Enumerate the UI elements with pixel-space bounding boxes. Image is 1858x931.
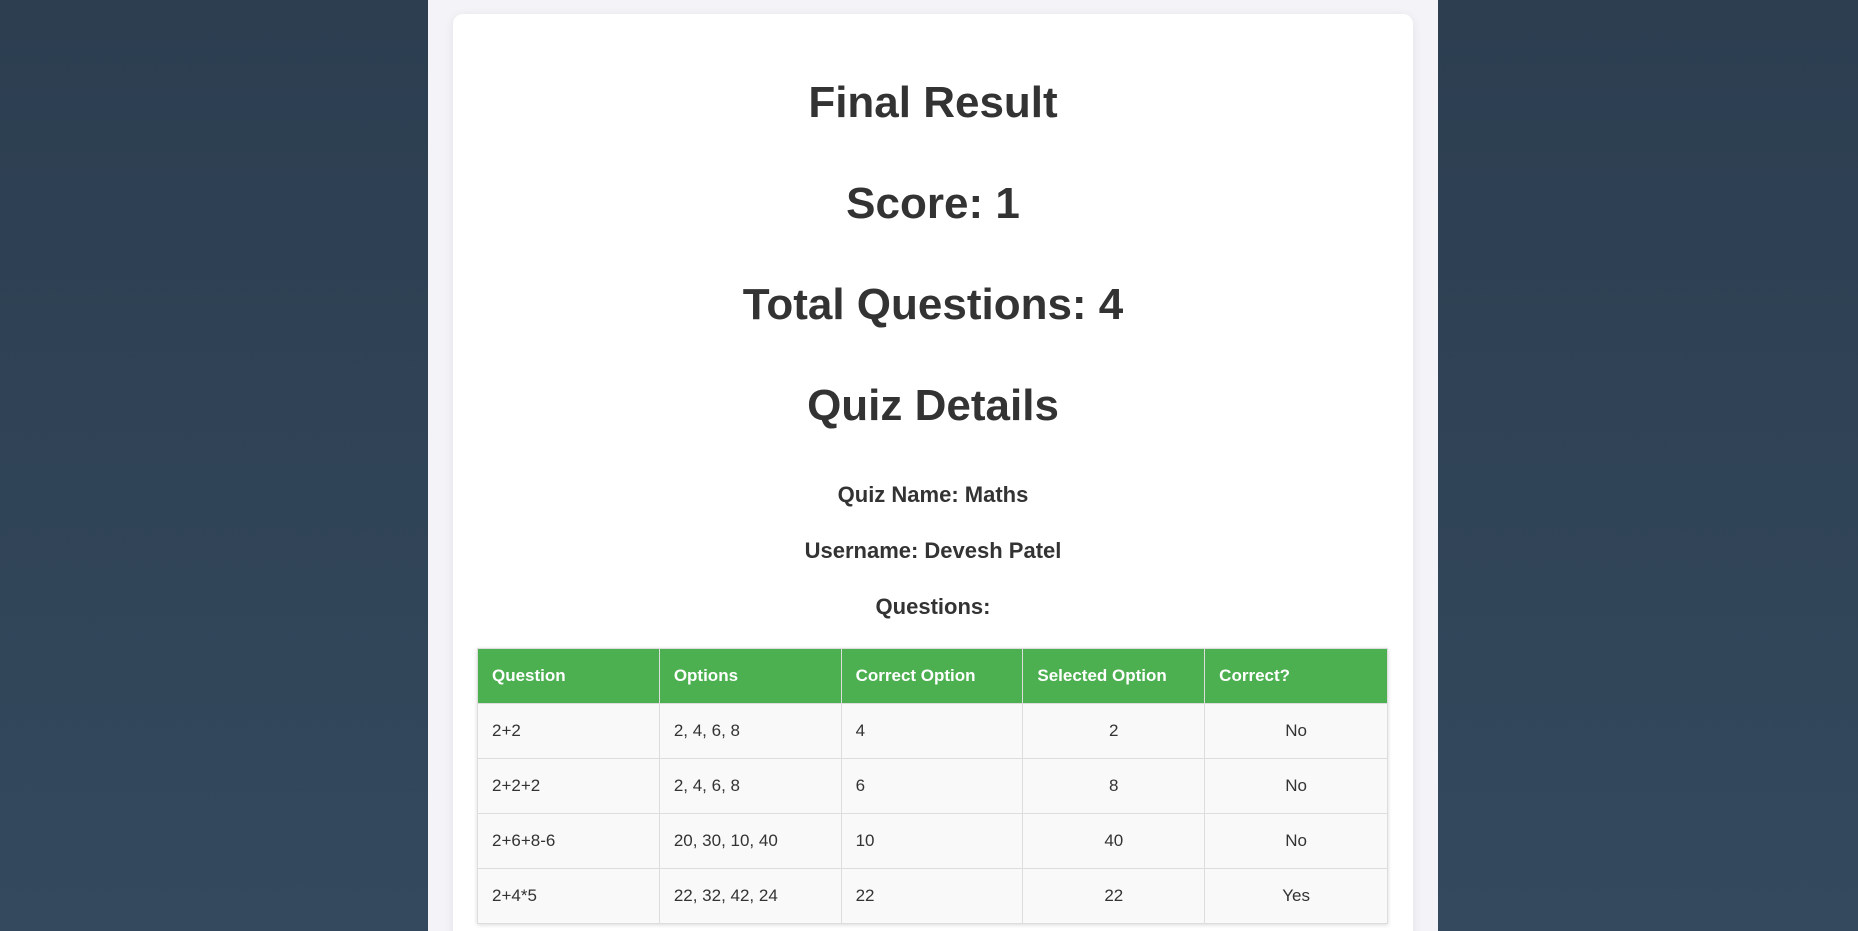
cell-options: 22, 32, 42, 24: [658, 868, 842, 924]
cell-question: 2+6+8-6: [477, 813, 660, 869]
cell-correct-option: 6: [840, 758, 1024, 814]
cell-question: 2+4*5: [477, 868, 660, 924]
header-question: Question: [477, 648, 660, 704]
questions-label: Questions:: [875, 594, 991, 619]
cell-options: 20, 30, 10, 40: [658, 813, 842, 869]
table-row: 2+2 2, 4, 6, 8 4 2 No: [477, 703, 1388, 759]
header-options: Options: [658, 648, 842, 704]
cell-selected-option: 22: [1022, 868, 1206, 924]
total-questions-heading: Total Questions: 4: [742, 280, 1124, 329]
table-row: 2+6+8-6 20, 30, 10, 40 10 40 No: [477, 813, 1388, 869]
cell-selected-option: 8: [1022, 758, 1206, 814]
cell-options: 2, 4, 6, 8: [658, 703, 842, 759]
header-selected-option: Selected Option: [1022, 648, 1206, 704]
table-row: 2+4*5 22, 32, 42, 24 22 22 Yes: [477, 868, 1388, 924]
cell-selected-option: 40: [1022, 813, 1206, 869]
cell-question: 2+2+2: [477, 758, 660, 814]
quiz-name-label: Quiz Name: Maths: [837, 482, 1029, 507]
result-card: Final Result Score: 1 Total Questions: 4…: [453, 14, 1413, 931]
results-table: Question Options Correct Option Selected…: [477, 648, 1388, 924]
table-row: 2+2+2 2, 4, 6, 8 6 8 No: [477, 758, 1388, 814]
table-header-row: Question Options Correct Option Selected…: [477, 648, 1388, 704]
username-label: Username: Devesh Patel: [804, 538, 1062, 563]
page-column: Final Result Score: 1 Total Questions: 4…: [428, 0, 1438, 931]
cell-question: 2+2: [477, 703, 660, 759]
cell-correct-option: 4: [840, 703, 1024, 759]
cell-is-correct: No: [1204, 813, 1388, 869]
cell-is-correct: No: [1204, 758, 1388, 814]
header-correct: Correct?: [1204, 648, 1388, 704]
final-result-heading: Final Result: [808, 78, 1058, 127]
cell-is-correct: Yes: [1204, 868, 1388, 924]
score-heading: Score: 1: [846, 179, 1020, 228]
quiz-details-heading: Quiz Details: [807, 381, 1059, 430]
cell-is-correct: No: [1204, 703, 1388, 759]
cell-options: 2, 4, 6, 8: [658, 758, 842, 814]
cell-selected-option: 2: [1022, 703, 1206, 759]
cell-correct-option: 10: [840, 813, 1024, 869]
cell-correct-option: 22: [840, 868, 1024, 924]
header-correct-option: Correct Option: [840, 648, 1024, 704]
